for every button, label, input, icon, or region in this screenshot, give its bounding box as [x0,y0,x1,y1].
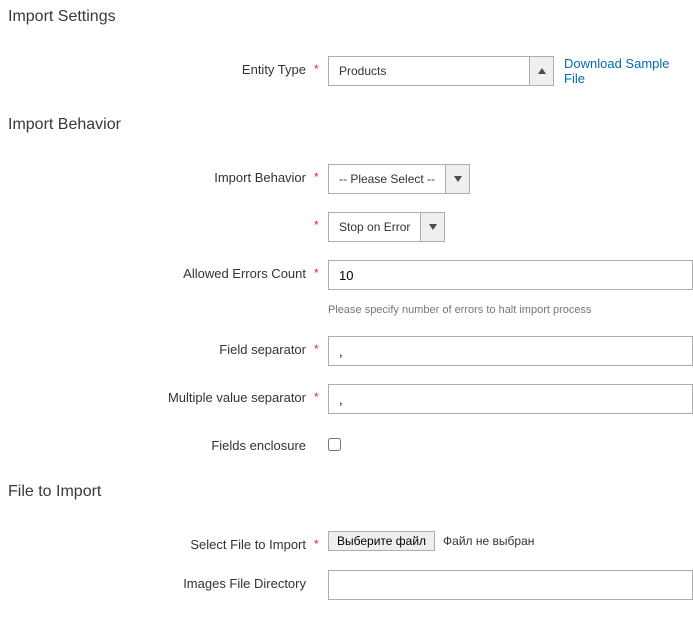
file-to-import-title: File to Import [8,483,693,501]
images-dir-input[interactable] [328,570,693,600]
fields-enclosure-checkbox[interactable] [328,438,341,451]
triangle-down-icon [429,224,437,230]
import-behavior-label: Import Behavior [8,164,314,185]
entity-type-select[interactable]: Products [328,56,554,86]
required-marker: * [314,531,328,551]
required-spacer [314,432,328,438]
field-separator-label: Field separator [8,336,314,357]
entity-type-dropdown-button[interactable] [529,57,553,85]
validation-strategy-label [8,212,314,218]
import-settings-title: Import Settings [8,8,693,26]
required-marker: * [314,260,328,280]
required-marker: * [314,56,328,76]
required-marker: * [314,164,328,184]
images-dir-label: Images File Directory [8,570,314,591]
entity-type-label: Entity Type [8,56,314,77]
required-marker: * [314,336,328,356]
multi-separator-input[interactable] [328,384,693,414]
validation-strategy-value: Stop on Error [329,213,420,241]
allowed-errors-note: Please specify number of errors to halt … [328,304,592,316]
triangle-up-icon [538,68,546,74]
required-marker: * [314,212,328,232]
download-sample-link[interactable]: Download Sample File [564,56,693,86]
import-behavior-value: -- Please Select -- [329,165,445,193]
select-file-label: Select File to Import [8,531,314,552]
field-separator-input[interactable] [328,336,693,366]
allowed-errors-label: Allowed Errors Count [8,260,314,281]
required-spacer [314,570,328,576]
fields-enclosure-label: Fields enclosure [8,432,314,453]
validation-strategy-select[interactable]: Stop on Error [328,212,445,242]
allowed-errors-input[interactable] [328,260,693,290]
triangle-down-icon [454,176,462,182]
validation-strategy-dropdown-button[interactable] [420,213,444,241]
required-marker: * [314,384,328,404]
import-behavior-select[interactable]: -- Please Select -- [328,164,470,194]
import-settings-section: Import Settings Entity Type * Products D… [8,8,693,86]
entity-type-value: Products [329,57,529,85]
import-behavior-section: Import Behavior Import Behavior * -- Ple… [8,116,693,453]
choose-file-button[interactable]: Выберите файл [328,531,435,551]
file-to-import-section: File to Import Select File to Import * В… [8,483,693,600]
import-behavior-title: Import Behavior [8,116,693,134]
file-status-text: Файл не выбран [443,534,534,548]
import-behavior-dropdown-button[interactable] [445,165,469,193]
multi-separator-label: Multiple value separator [8,384,314,405]
